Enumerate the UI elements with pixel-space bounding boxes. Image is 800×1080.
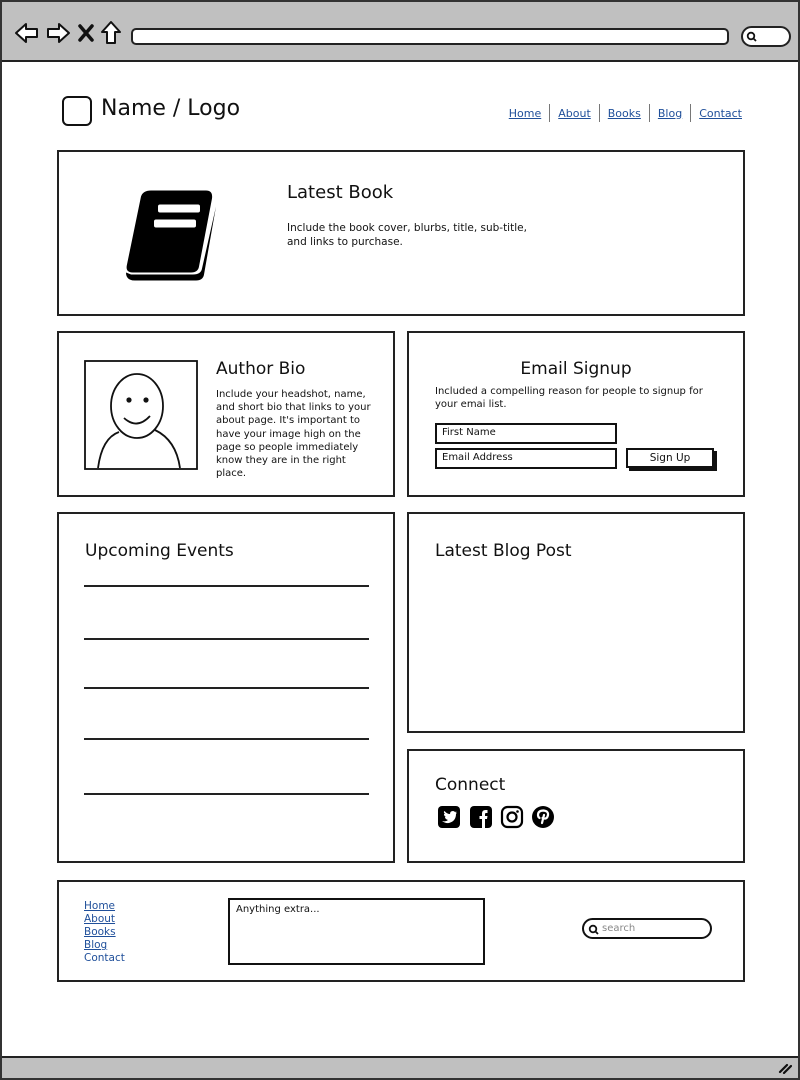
first-name-placeholder: First Name [442, 427, 496, 438]
email-signup-section: Email Signup Included a compelling reaso… [407, 331, 745, 497]
pinterest-icon[interactable] [531, 805, 555, 829]
back-arrow-icon[interactable] [14, 20, 40, 46]
nav-link-blog[interactable]: Blog [658, 107, 682, 120]
author-bio-description: Include your headshot, name, and short b… [216, 389, 371, 480]
logo-placeholder-icon[interactable] [62, 96, 92, 126]
latest-blog-post-title: Latest Blog Post [435, 541, 572, 561]
latest-book-title: Latest Book [287, 182, 394, 203]
author-bio-title: Author Bio [216, 359, 306, 379]
book-icon [126, 190, 216, 281]
email-signup-title: Email Signup [520, 359, 632, 379]
site-name[interactable]: Name / Logo [101, 96, 240, 121]
footer-extra-text: Anything extra... [236, 904, 320, 915]
nav-divider [648, 104, 650, 122]
url-bar[interactable] [131, 28, 729, 45]
instagram-icon[interactable] [500, 805, 524, 829]
email-address-input[interactable]: Email Address [435, 448, 617, 469]
resize-grip-icon[interactable] [778, 1062, 792, 1074]
email-address-placeholder: Email Address [442, 452, 513, 463]
latest-book-description: Include the book cover, blurbs, title, s… [287, 222, 527, 248]
latest-book-section: Latest Book Include the book cover, blur… [57, 150, 745, 316]
first-name-input[interactable]: First Name [435, 423, 617, 444]
event-row-line [84, 687, 369, 689]
footer-link-blog[interactable]: Blog [84, 939, 125, 952]
browser-status-bar [2, 1056, 798, 1078]
upcoming-events-title: Upcoming Events [85, 541, 234, 561]
twitter-icon[interactable] [437, 805, 461, 829]
footer-extra-textarea[interactable]: Anything extra... [228, 898, 485, 965]
home-icon[interactable] [100, 20, 122, 46]
browser-window: Name / Logo Home About Books Blog Contac… [0, 0, 800, 1080]
forward-arrow-icon[interactable] [45, 20, 71, 46]
facebook-icon[interactable] [469, 805, 493, 829]
event-row-line [84, 793, 369, 795]
latest-blog-post-section: Latest Blog Post [407, 512, 745, 733]
footer-link-home[interactable]: Home [84, 900, 125, 913]
nav-divider [690, 104, 692, 122]
event-row-line [84, 638, 369, 640]
footer-search-placeholder: search [602, 923, 636, 934]
footer-links: Home About Books Blog Contact [84, 900, 125, 965]
footer-link-books[interactable]: Books [84, 926, 125, 939]
event-row-line [84, 738, 369, 740]
connect-title: Connect [435, 775, 506, 795]
footer-search-input[interactable]: search [582, 918, 712, 939]
sign-up-button[interactable]: Sign Up [626, 448, 714, 468]
nav-link-about[interactable]: About [558, 107, 591, 120]
nav-link-contact[interactable]: Contact [699, 107, 742, 120]
author-bio-section: Author Bio Include your headshot, name, … [57, 331, 395, 497]
nav-divider [598, 104, 600, 122]
email-signup-description: Included a compelling reason for people … [435, 386, 703, 410]
nav-divider [549, 104, 551, 122]
nav-link-home[interactable]: Home [509, 107, 541, 120]
stop-x-icon[interactable] [76, 20, 96, 46]
footer-link-contact[interactable]: Contact [84, 952, 125, 965]
top-navigation: Home About Books Blog Contact [509, 104, 742, 122]
browser-search-field[interactable] [741, 26, 791, 47]
headshot-placeholder-icon [84, 360, 198, 470]
search-icon [588, 924, 599, 935]
nav-link-books[interactable]: Books [608, 107, 641, 120]
footer-link-about[interactable]: About [84, 913, 125, 926]
search-icon [746, 31, 757, 42]
browser-toolbar [2, 2, 798, 62]
event-row-line [84, 585, 369, 587]
